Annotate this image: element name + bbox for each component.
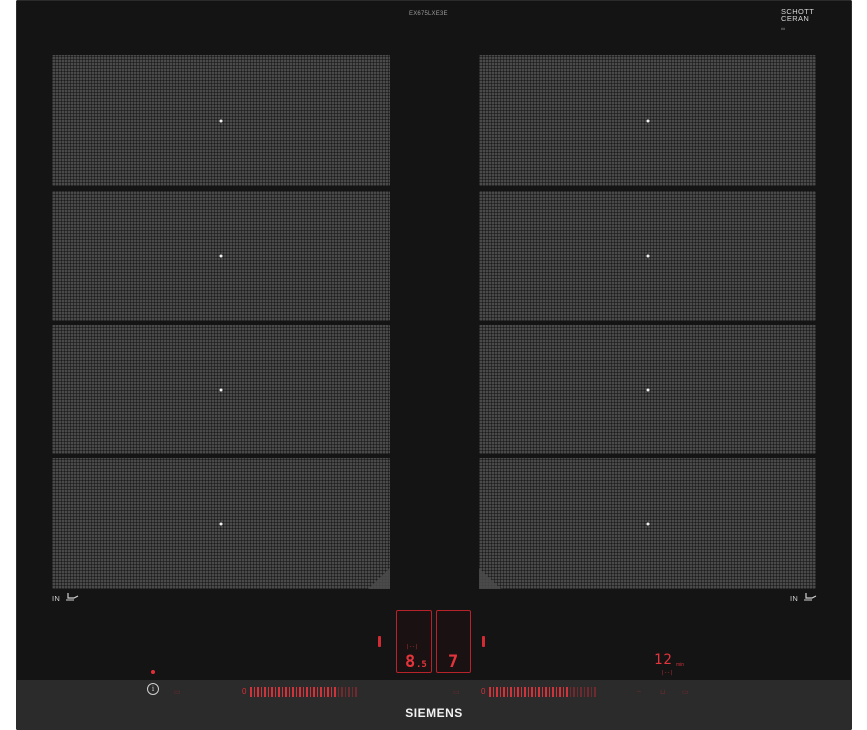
slider-right-zero: 0: [481, 687, 486, 696]
slider-tick: [341, 686, 343, 697]
slider-tick: [492, 686, 495, 697]
info-icon[interactable]: i: [147, 683, 159, 695]
slider-tick: [250, 686, 252, 697]
pan-with-hand-icon: [65, 592, 79, 603]
slider-tick: [517, 686, 519, 697]
slider-tick: [520, 686, 523, 697]
display-left-decimal: .5: [416, 660, 427, 670]
slider-tick: [552, 686, 554, 697]
slider-left-zero: 0: [242, 687, 247, 696]
slider-tick: [489, 686, 491, 697]
slider-tick: [559, 686, 561, 697]
timer-value: 12: [654, 652, 673, 668]
brand-logo: SIEMENS: [405, 706, 463, 720]
slider-tick: [510, 686, 512, 697]
timer-minus-icon[interactable]: –: [637, 688, 641, 695]
slider-tick: [506, 686, 509, 697]
slider-tick: [344, 686, 347, 697]
slider-tick: [503, 686, 505, 697]
slider-tick: [548, 686, 551, 697]
slider-tick: [538, 686, 540, 697]
slider-tick: [566, 686, 568, 697]
flex-label-right: IN: [790, 594, 799, 603]
slider-tick: [524, 686, 526, 697]
slider-tick: [587, 686, 589, 697]
slider-tick: [527, 686, 530, 697]
power-display-left[interactable]: |--| 8 .5: [396, 610, 432, 673]
slider-tick: [306, 686, 308, 697]
slider-tick: [271, 686, 273, 697]
display-right-power: 7: [448, 652, 459, 672]
left-zone-select-icon[interactable]: ▭: [174, 688, 181, 696]
slider-tick: [562, 686, 565, 697]
slider-tick: [309, 686, 312, 697]
power-slider-right[interactable]: 0: [481, 686, 596, 697]
slider-tick: [337, 686, 340, 697]
slider-tick: [531, 686, 533, 697]
timer-unit: min: [676, 662, 685, 668]
slider-tick: [257, 686, 259, 697]
slider-tick: [576, 686, 579, 697]
slider-tick: [313, 686, 315, 697]
zone-indicator-left: [378, 636, 381, 647]
slider-tick: [281, 686, 284, 697]
slider-tick: [496, 686, 498, 697]
zone-indicator-right: [482, 636, 485, 647]
slider-tick: [351, 686, 354, 697]
cooktop: EX675LXE3E SCHOTT CERAN ## IN IN |--| 8 …: [16, 0, 852, 730]
slider-tick: [590, 686, 593, 697]
slider-tick: [292, 686, 294, 697]
slider-tick: [295, 686, 298, 697]
slider-tick: [278, 686, 280, 697]
slider-tick: [541, 686, 544, 697]
slider-tick: [330, 686, 333, 697]
slider-tick: [545, 686, 547, 697]
timer-plus-icon[interactable]: ▭: [682, 688, 689, 696]
pan-with-hand-icon: [803, 592, 817, 603]
slider-tick: [348, 686, 350, 697]
zone-corner-cutouts: [368, 568, 501, 589]
timer-small: |--|: [661, 670, 674, 676]
display-left-small: |--|: [406, 644, 419, 650]
slider-tick: [355, 686, 357, 697]
flex-label-left: IN: [52, 594, 61, 603]
slider-tick: [583, 686, 586, 697]
slider-tick: [253, 686, 256, 697]
power-indicator: [151, 670, 155, 674]
slider-tick: [594, 686, 596, 697]
slider-tick: [555, 686, 558, 697]
slider-tick: [323, 686, 326, 697]
slider-tick: [299, 686, 301, 697]
slider-tick: [267, 686, 270, 697]
timer-icon[interactable]: ⊔: [660, 688, 665, 696]
slider-tick: [580, 686, 582, 697]
slider-tick: [274, 686, 277, 697]
slider-tick: [569, 686, 572, 697]
slider-tick: [260, 686, 263, 697]
power-slider-left[interactable]: 0: [242, 686, 357, 697]
control-panel: [16, 680, 852, 730]
slider-tick: [573, 686, 575, 697]
power-display-right[interactable]: 7: [436, 610, 471, 673]
slider-tick: [534, 686, 537, 697]
display-left-power: 8: [405, 652, 416, 672]
slider-tick: [327, 686, 329, 697]
slider-tick: [320, 686, 322, 697]
slider-tick: [302, 686, 305, 697]
slider-tick: [334, 686, 336, 697]
slider-tick: [316, 686, 319, 697]
center-function-icon[interactable]: ▭: [453, 688, 460, 696]
slider-tick: [264, 686, 266, 697]
slider-tick: [499, 686, 502, 697]
slider-tick: [288, 686, 291, 697]
slider-tick: [513, 686, 516, 697]
slider-tick: [285, 686, 287, 697]
